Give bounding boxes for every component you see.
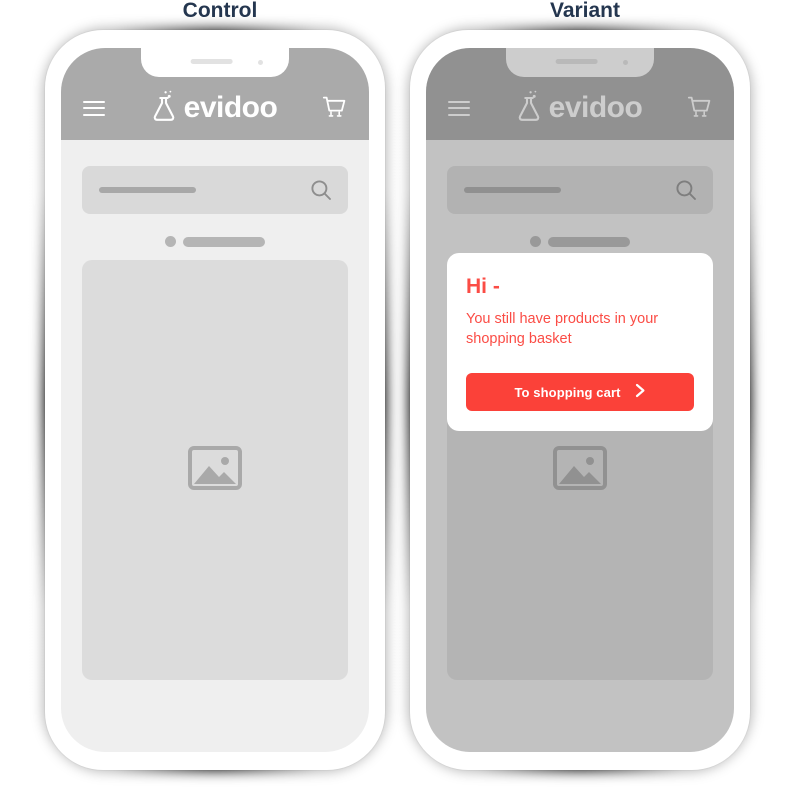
notch-camera-dot — [258, 60, 263, 65]
shopping-cart-icon[interactable] — [322, 96, 347, 120]
notch-speaker — [190, 59, 233, 64]
control-label: Control — [182, 0, 258, 22]
brand-name: evidoo — [183, 91, 278, 124]
control-phone: evidoo — [43, 28, 387, 772]
ab-test-comparison: Control Variant evidoo evidoo Hi - You s… — [0, 0, 800, 801]
variant-label: Variant — [549, 0, 621, 22]
to-shopping-cart-button[interactable]: To shopping cart — [466, 373, 694, 411]
breadcrumb-dot — [165, 236, 176, 247]
to-shopping-cart-label: To shopping cart — [514, 384, 621, 400]
search-icon[interactable] — [310, 179, 332, 206]
app-header-row: evidoo — [61, 79, 369, 137]
modal-body-text: You still have products in your shopping… — [466, 311, 659, 347]
hamburger-line — [83, 100, 105, 103]
phone-body: evidoo — [410, 30, 750, 770]
product-image-placeholder — [82, 260, 348, 680]
search-placeholder-bar — [99, 187, 196, 193]
flask-icon — [150, 89, 180, 128]
modal-title: Hi - — [466, 275, 500, 298]
cart-reminder-modal: Hi - You still have products in your sho… — [447, 253, 713, 431]
phone-screen: evidoo — [426, 48, 734, 752]
hamburger-menu-icon[interactable] — [83, 100, 105, 116]
hamburger-line — [83, 107, 105, 109]
phone-screen: evidoo — [61, 48, 369, 752]
phone-notch — [141, 48, 289, 77]
search-input[interactable] — [82, 166, 348, 214]
brand-logo[interactable]: evidoo — [150, 89, 278, 128]
hamburger-line — [83, 113, 105, 116]
breadcrumb — [61, 236, 369, 247]
breadcrumb-bar — [183, 236, 265, 247]
variant-phone: evidoo Hi - You still have products in y… — [408, 28, 752, 772]
chevron-right-icon — [635, 383, 646, 401]
phone-body: evidoo — [45, 30, 385, 770]
image-placeholder-icon — [185, 442, 245, 499]
